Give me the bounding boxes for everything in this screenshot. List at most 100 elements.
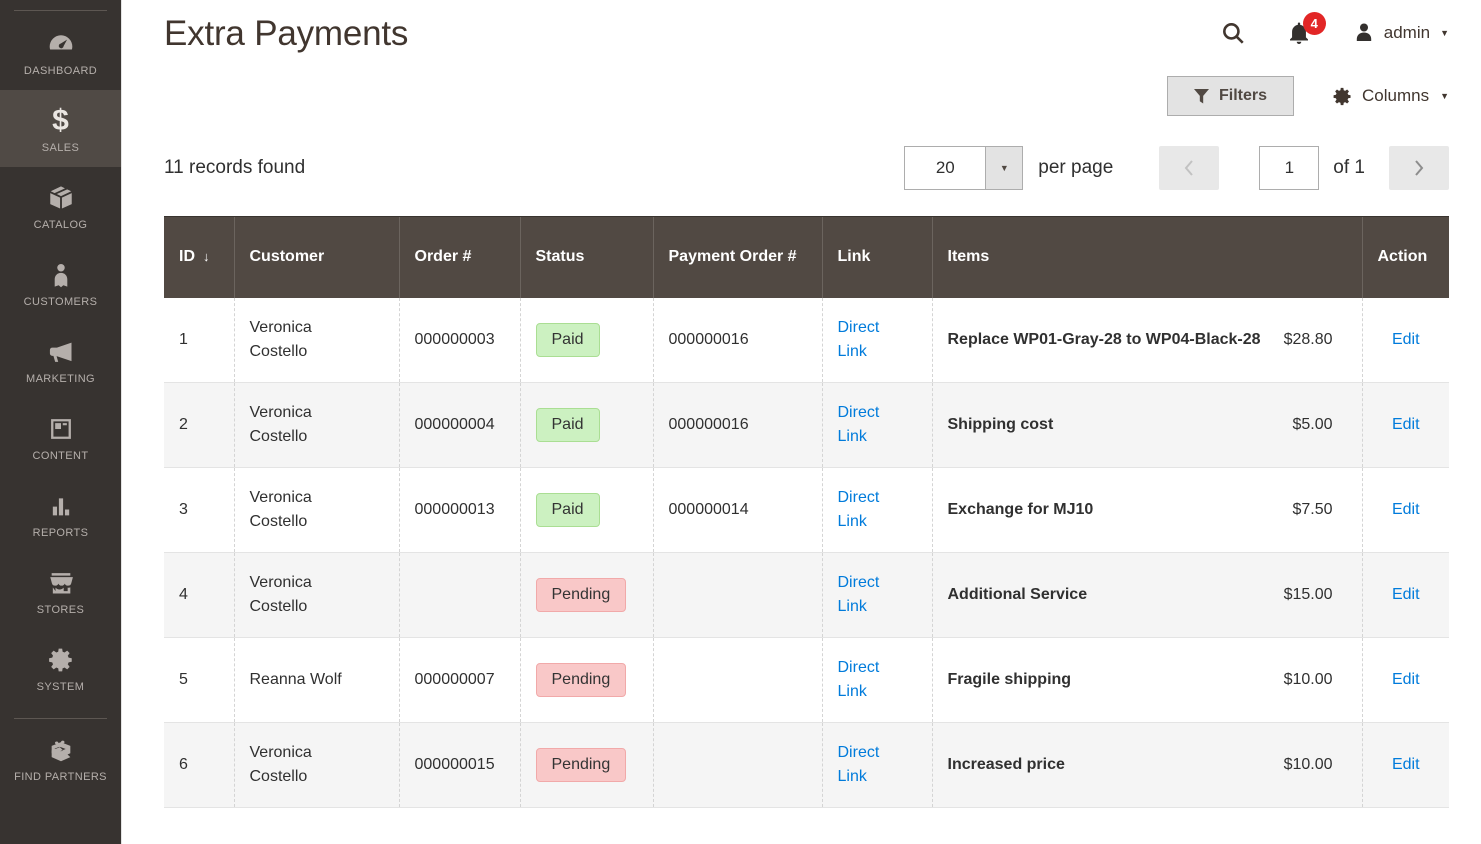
sidebar-item-customers[interactable]: CUSTOMERS	[0, 244, 121, 321]
sidebar-item-label: CUSTOMERS	[23, 296, 98, 308]
cell-status: Pending	[519, 722, 653, 808]
sidebar-item-system[interactable]: SYSTEM	[0, 629, 121, 706]
column-header-action[interactable]: Action	[1361, 216, 1449, 298]
paging-controls: 20 ▼ per page of 1	[904, 146, 1449, 190]
customer-name: Veronica Costello	[249, 318, 312, 360]
direct-link[interactable]: Direct Link	[838, 744, 896, 785]
chevron-down-icon: ▼	[985, 147, 1023, 189]
sidebar-item-label: MARKETING	[26, 373, 95, 385]
direct-link[interactable]: Direct Link	[838, 489, 896, 530]
system-gear-icon	[4, 644, 117, 676]
cell-payment-order	[652, 552, 822, 638]
item-name: Increased price	[947, 756, 1065, 774]
table-row: 4 Veronica Costello Pending Direct Link …	[164, 552, 1449, 638]
cell-action: Edit	[1361, 297, 1449, 383]
previous-page-button[interactable]	[1159, 146, 1220, 190]
current-page-input[interactable]	[1259, 146, 1320, 190]
sidebar-item-find-partners[interactable]: FIND PARTNERS	[0, 719, 121, 796]
cell-id: 3	[164, 467, 234, 553]
item-price: $5.00	[1292, 416, 1333, 433]
cell-payment-order: 000000016	[652, 297, 822, 383]
global-search-button[interactable]	[1220, 20, 1246, 46]
cell-customer: Veronica Costello	[233, 467, 399, 553]
edit-link[interactable]: Edit	[1392, 671, 1420, 688]
column-header-id[interactable]: ID ↓	[164, 216, 234, 298]
sidebar-item-label: STORES	[36, 604, 85, 616]
per-page-value: 20	[935, 158, 955, 177]
marketing-megaphone-icon	[4, 336, 117, 368]
notification-count-badge: 4	[1302, 12, 1326, 35]
payments-grid: ID ↓ Customer Order # Status Payment Orde…	[164, 216, 1449, 812]
sidebar-item-sales[interactable]: $ SALES	[0, 90, 121, 167]
cell-items: Fragile shipping $10.00	[931, 637, 1362, 723]
cell-action: Edit	[1361, 552, 1449, 638]
columns-control[interactable]: Columns ▼	[1332, 86, 1449, 107]
grid-controls-bar: 11 records found 20 ▼ per page of 1	[122, 116, 1481, 190]
direct-link[interactable]: Direct Link	[838, 319, 896, 360]
gear-icon	[1333, 87, 1351, 105]
dashboard-gauge-icon	[4, 28, 117, 60]
item-name: Additional Service	[947, 586, 1088, 604]
find-partners-brick-icon	[4, 734, 117, 766]
table-row: 2 Veronica Costello 000000004 Paid 00000…	[164, 382, 1449, 468]
filters-button[interactable]: Filters	[1166, 76, 1294, 116]
sidebar-top-divider	[14, 10, 107, 11]
stores-storefront-icon	[4, 567, 117, 599]
item-name: Replace WP01-Gray-28 to WP04-Black-28	[947, 331, 1261, 349]
reports-barchart-icon	[4, 490, 117, 522]
column-header-order[interactable]: Order #	[398, 216, 520, 298]
edit-link[interactable]: Edit	[1392, 416, 1420, 433]
column-header-customer[interactable]: Customer	[233, 216, 399, 298]
cell-id: 5	[164, 637, 234, 723]
page-title: Extra Payments	[164, 14, 409, 53]
sort-descending-icon: ↓	[203, 249, 210, 265]
sidebar-item-reports[interactable]: REPORTS	[0, 475, 121, 552]
per-page-select[interactable]: 20 ▼	[904, 146, 1024, 190]
edit-link[interactable]: Edit	[1392, 501, 1420, 518]
cell-status: Paid	[519, 467, 653, 553]
cell-customer: Reanna Wolf	[233, 637, 399, 723]
page-header: Extra Payments 4 admin ▼	[122, 0, 1481, 54]
status-badge: Paid	[535, 493, 600, 527]
direct-link[interactable]: Direct Link	[838, 404, 896, 445]
customers-person-icon	[4, 259, 117, 291]
direct-link[interactable]: Direct Link	[838, 659, 896, 700]
sidebar-item-label: DASHBOARD	[23, 65, 98, 77]
sales-dollar-icon: $	[52, 104, 69, 137]
cell-payment-order: 000000014	[652, 467, 822, 553]
cell-id: 4	[164, 552, 234, 638]
item-price: $15.00	[1283, 586, 1333, 603]
sidebar-item-catalog[interactable]: CATALOG	[0, 167, 121, 244]
cell-link: Direct Link	[821, 382, 932, 468]
column-header-status[interactable]: Status	[519, 216, 653, 298]
status-badge: Paid	[535, 408, 600, 442]
customer-name: Veronica Costello	[249, 574, 312, 615]
cell-id: 1	[164, 297, 234, 383]
column-header-payment-order[interactable]: Payment Order #	[652, 216, 822, 298]
column-header-link[interactable]: Link	[821, 216, 932, 298]
cell-link: Direct Link	[821, 297, 932, 383]
direct-link[interactable]: Direct Link	[838, 574, 896, 615]
admin-user-menu[interactable]: admin ▼	[1352, 21, 1449, 45]
edit-link[interactable]: Edit	[1392, 586, 1420, 603]
edit-link[interactable]: Edit	[1392, 331, 1420, 348]
chevron-left-icon	[1184, 160, 1194, 176]
column-header-items[interactable]: Items	[931, 216, 1362, 298]
edit-link[interactable]: Edit	[1392, 756, 1420, 773]
search-icon	[1222, 23, 1244, 44]
app-window: DASHBOARD $ SALES CATALOG CUSTOMERS MARK…	[0, 0, 1481, 844]
notifications-button[interactable]: 4	[1286, 12, 1326, 46]
next-page-button[interactable]	[1389, 146, 1449, 190]
sidebar-item-marketing[interactable]: MARKETING	[0, 321, 121, 398]
sidebar-item-stores[interactable]: STORES	[0, 552, 121, 629]
sidebar-item-dashboard[interactable]: DASHBOARD	[0, 13, 121, 90]
sidebar-item-content[interactable]: CONTENT	[0, 398, 121, 475]
status-badge: Pending	[535, 578, 627, 612]
cell-payment-order	[652, 637, 822, 723]
admin-user-name: admin	[1383, 23, 1431, 42]
cell-action: Edit	[1361, 637, 1449, 723]
status-badge: Pending	[535, 663, 627, 697]
item-price: $10.00	[1283, 756, 1333, 773]
filters-button-label: Filters	[1218, 87, 1267, 104]
cell-payment-order: 000000016	[652, 382, 822, 468]
